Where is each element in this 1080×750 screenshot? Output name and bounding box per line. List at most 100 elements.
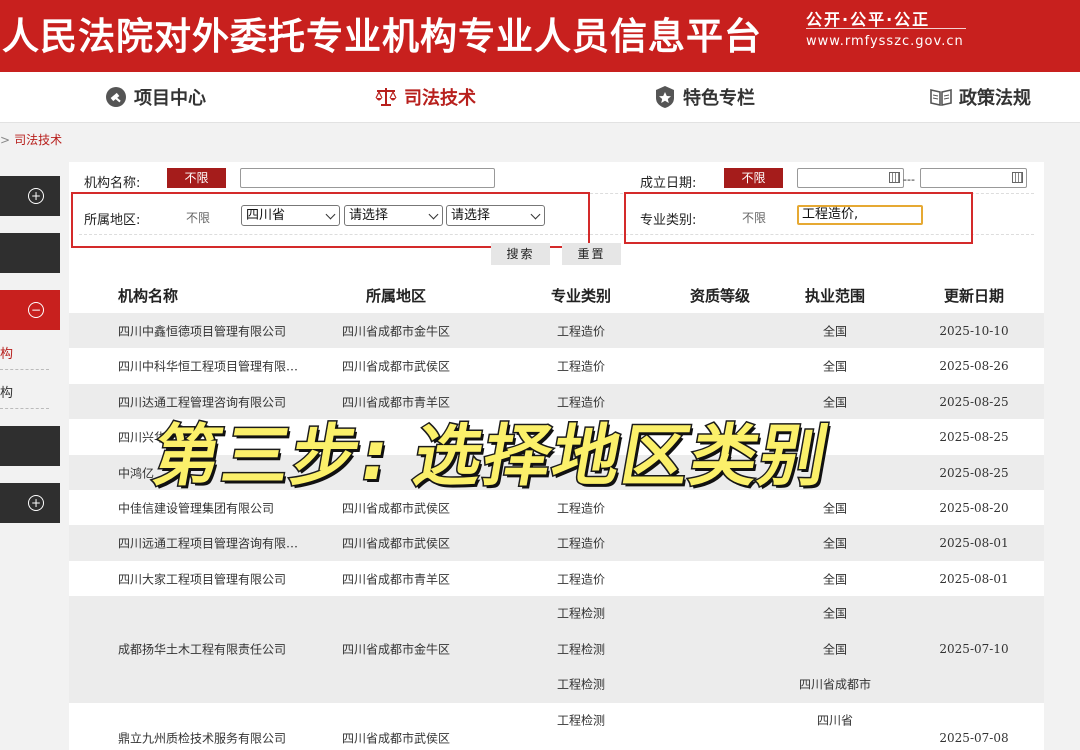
cell-region: 四川省成都市武侯区 (341, 359, 451, 374)
cell-category: 工程检测 (556, 677, 606, 692)
breadcrumb: > 司法技术 (0, 131, 62, 148)
org-name-nolimit-button[interactable]: 不限 (167, 168, 226, 188)
sidebar-section-1[interactable]: + (0, 176, 60, 216)
divider (0, 408, 49, 409)
table-header: 机构名称 所属地区 专业类别 资质等级 执业范围 更新日期 (69, 277, 1044, 313)
cell-name[interactable]: 中佳信建设管理集团有限公司 (118, 499, 274, 516)
book-icon (929, 85, 953, 109)
org-name-label: 机构名称: (84, 176, 141, 191)
sidebar-section-5[interactable]: + (0, 483, 60, 523)
cell-category: 工程造价 (556, 359, 606, 374)
cell-scope: 全国 (822, 324, 848, 338)
date-nolimit-button[interactable]: 不限 (724, 168, 783, 188)
breadcrumb-current[interactable]: 司法技术 (14, 133, 62, 147)
nav-item-featured[interactable]: 特色专栏 (653, 84, 755, 110)
col-header-region: 所属地区 (365, 287, 427, 305)
col-header-category: 专业类别 (550, 287, 612, 305)
badge-icon (653, 85, 677, 109)
cell-scope: 全国 (822, 642, 848, 657)
cell-region: 四川省成都市武侯区 (341, 731, 451, 746)
table-row[interactable]: 四川远通工程项目管理咨询有限… 四川省成都市武侯区 工程造价 全国 2025-0… (69, 525, 1044, 561)
nav-label: 特色专栏 (683, 88, 755, 109)
table-row[interactable]: 四川大家工程项目管理有限公司 四川省成都市青羊区 工程造价 全国 2025-08… (69, 561, 1044, 596)
nav-item-policies[interactable]: 政策法规 (929, 84, 1031, 110)
cell-category: 工程造价 (556, 572, 606, 586)
collapse-icon: − (28, 302, 44, 318)
sidebar-section-4[interactable] (0, 426, 60, 466)
nav-label: 司法技术 (404, 88, 476, 109)
cell-date: 2025-08-25 (939, 465, 1009, 480)
cell-category: 工程造价 (556, 501, 606, 515)
cell-name[interactable]: 鼎立九州质检技术服务有限公司 (118, 730, 286, 747)
divider (0, 369, 49, 370)
cell-category: 工程检测 (556, 606, 606, 621)
cell-name[interactable]: 四川中鑫恒德项目管理有限公司 (118, 322, 286, 339)
cell-date: 2025-08-01 (939, 571, 1009, 586)
cell-region: 四川省成都市武侯区 (341, 501, 451, 515)
expand-icon: + (28, 188, 44, 204)
cell-date: 2025-07-10 (939, 642, 1009, 656)
org-name-input[interactable] (240, 168, 495, 188)
gavel-icon (104, 85, 128, 109)
table-row[interactable]: 工程检测 四川省 鼎立九州质检技术服务有限公司 四川省成都市武侯区 2025-0… (69, 703, 1044, 750)
cell-date: 2025-08-25 (939, 430, 1009, 444)
nav-label: 项目中心 (134, 88, 206, 109)
nav-item-judicial-tech[interactable]: 司法技术 (374, 84, 476, 110)
cell-date: 2025-07-08 (939, 731, 1009, 745)
search-button[interactable]: 搜索 (491, 243, 550, 265)
sidebar-item-2[interactable]: 构 (0, 382, 13, 401)
calendar-icon[interactable] (1012, 172, 1023, 183)
cell-category: 工程检测 (556, 713, 606, 728)
table-row[interactable]: 成都扬华土木工程有限责任公司 四川省成都市金牛区 工程检测 工程检测 工程检测 … (69, 596, 1044, 703)
date-range-separator: --- (903, 173, 915, 186)
annotation-region-box (71, 192, 590, 248)
date-start-input[interactable] (797, 168, 904, 188)
cell-region: 四川省成都市武侯区 (341, 536, 451, 551)
cell-scope: 四川省 (816, 713, 854, 728)
date-label: 成立日期: (640, 176, 697, 191)
nav-label: 政策法规 (959, 88, 1031, 109)
expand-icon: + (28, 495, 44, 511)
cell-scope: 全国 (822, 572, 848, 586)
cell-category: 工程检测 (556, 642, 606, 657)
reset-button[interactable]: 重置 (562, 243, 621, 265)
sidebar-section-active[interactable]: − (0, 290, 60, 330)
site-slogan: 公开·公平·公正 (806, 10, 931, 29)
site-title: 人民法院对外委托专业机构专业人员信息平台 (2, 14, 762, 58)
cell-date: 2025-08-26 (939, 359, 1009, 373)
nav-item-project-center[interactable]: 项目中心 (104, 84, 206, 110)
col-header-scope: 执业范围 (804, 287, 866, 305)
cell-date: 2025-08-01 (939, 536, 1009, 550)
col-header-date: 更新日期 (943, 287, 1005, 305)
cell-name[interactable]: 成都扬华土木工程有限责任公司 (118, 641, 286, 658)
cell-scope: 全国 (822, 606, 848, 621)
table-row[interactable]: 四川中科华恒工程项目管理有限… 四川省成都市武侯区 工程造价 全国 2025-0… (69, 348, 1044, 384)
cell-category: 工程造价 (556, 536, 606, 551)
col-header-name: 机构名称 (118, 287, 179, 305)
annotation-category-box (624, 192, 973, 244)
cell-date: 2025-08-25 (939, 394, 1009, 409)
sidebar-section-2[interactable] (0, 233, 60, 273)
cell-date: 2025-10-10 (939, 323, 1009, 338)
calendar-icon[interactable] (889, 172, 900, 183)
cell-scope: 四川省成都市 (798, 677, 872, 692)
cell-name[interactable]: 四川远通工程项目管理咨询有限… (118, 535, 298, 552)
sidebar-item-1[interactable]: 构 (0, 343, 13, 362)
col-header-qualification: 资质等级 (689, 287, 751, 305)
scales-icon (374, 85, 398, 109)
tutorial-caption: 第三步: 选择地区类别 (146, 416, 838, 497)
site-url: www.rmfysszc.gov.cn (806, 34, 964, 49)
cell-category: 工程造价 (556, 324, 606, 338)
cell-scope: 全国 (822, 501, 848, 515)
main-nav: 项目中心 司法技术 特色专栏 政策法规 (0, 72, 1080, 123)
date-end-input[interactable] (920, 168, 1027, 188)
cell-scope: 全国 (822, 536, 848, 551)
cell-scope: 全国 (822, 359, 848, 374)
cell-region: 四川省成都市青羊区 (341, 572, 451, 586)
breadcrumb-separator: > (0, 133, 11, 147)
site-banner: 人民法院对外委托专业机构专业人员信息平台 公开·公平·公正 www.rmfyss… (0, 0, 1080, 72)
cell-name[interactable]: 中鸿亿 (118, 464, 154, 481)
cell-name[interactable]: 四川中科华恒工程项目管理有限… (118, 358, 298, 375)
cell-name[interactable]: 四川大家工程项目管理有限公司 (118, 570, 286, 587)
table-row[interactable]: 四川中鑫恒德项目管理有限公司 四川省成都市金牛区 工程造价 全国 2025-10… (69, 313, 1044, 348)
